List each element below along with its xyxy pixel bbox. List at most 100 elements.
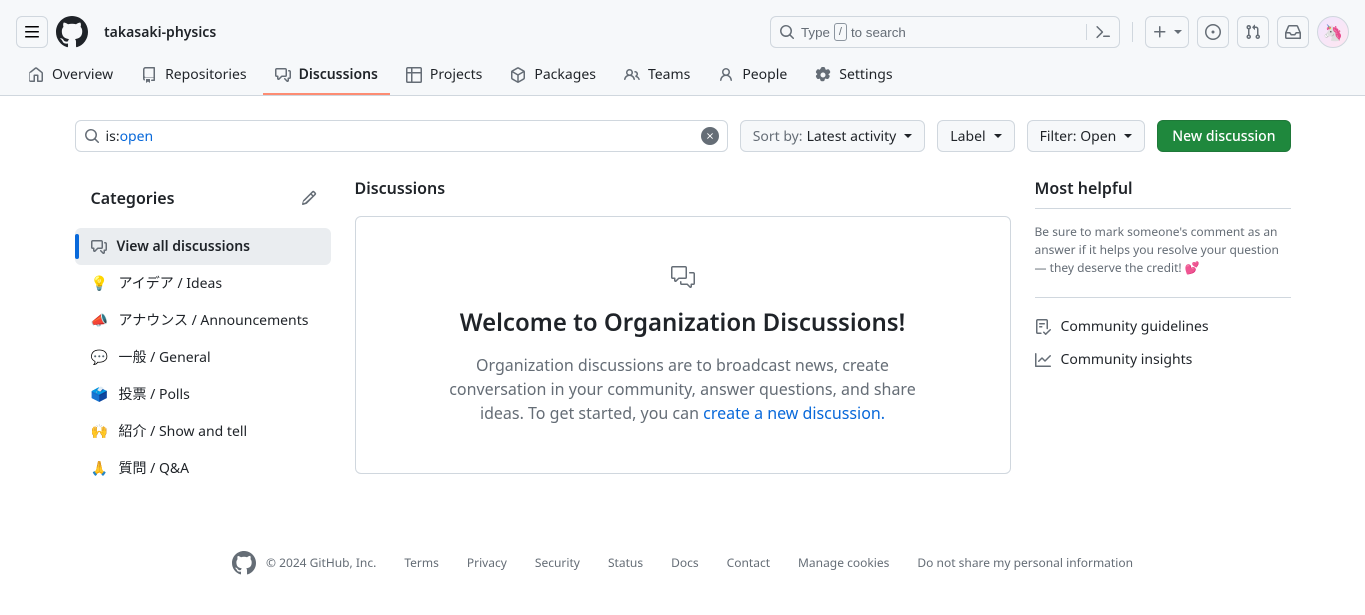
category-polls[interactable]: 🗳️ 投票 / Polls (75, 376, 331, 413)
tab-repositories[interactable]: Repositories (129, 56, 259, 95)
search-icon (779, 24, 795, 40)
category-show-and-tell[interactable]: 🙌 紹介 / Show and tell (75, 413, 331, 450)
notifications-button[interactable] (1277, 16, 1309, 48)
filter-bar: is:open Sort by: Latest activity Label F… (75, 120, 1291, 152)
global-search-button[interactable]: Type / to search (770, 16, 1120, 48)
ballot-emoji-icon: 🗳️ (91, 384, 109, 405)
checklist-icon (1035, 319, 1051, 335)
hamburger-menu-button[interactable] (16, 16, 48, 48)
categories-sidebar: Categories View all discussions 💡 アイデア /… (75, 176, 331, 487)
comment-discussion-icon (671, 265, 695, 289)
category-general[interactable]: 💬 一般 / General (75, 339, 331, 376)
create-discussion-link[interactable]: create a new discussion. (703, 402, 885, 424)
category-label: View all discussions (117, 236, 251, 257)
tab-projects[interactable]: Projects (394, 56, 494, 95)
repo-icon (141, 67, 157, 83)
footer-link-terms[interactable]: Terms (404, 554, 439, 572)
footer-link-contact[interactable]: Contact (727, 554, 770, 572)
tab-projects-label: Projects (430, 64, 482, 85)
right-sidebar: Most helpful Be sure to mark someone's c… (1035, 176, 1291, 487)
new-discussion-button[interactable]: New discussion (1157, 120, 1290, 152)
tab-people-label: People (742, 64, 787, 85)
categories-title: Categories (91, 186, 175, 210)
tab-repositories-label: Repositories (165, 64, 247, 85)
community-guidelines-label: Community guidelines (1061, 316, 1209, 337)
create-new-button[interactable] (1145, 16, 1189, 48)
tab-settings-label: Settings (839, 64, 892, 85)
graph-icon (1035, 352, 1051, 368)
raised-hands-emoji-icon: 🙌 (91, 421, 109, 442)
package-icon (510, 67, 526, 83)
community-insights-label: Community insights (1061, 349, 1193, 370)
category-list: View all discussions 💡 アイデア / Ideas 📣 アナ… (75, 228, 331, 487)
filter-dropdown[interactable]: Filter: Open (1027, 120, 1146, 152)
slash-key-hint: / (834, 23, 847, 41)
site-footer: © 2024 GitHub, Inc. Terms Privacy Securi… (0, 511, 1365, 615)
tab-packages-label: Packages (534, 64, 596, 85)
command-palette-icon (1086, 24, 1111, 40)
discussions-heading: Discussions (355, 176, 1011, 200)
category-ideas[interactable]: 💡 アイデア / Ideas (75, 265, 331, 302)
tab-people[interactable]: People (706, 56, 799, 95)
caret-down-icon (1124, 134, 1132, 138)
category-announcements[interactable]: 📣 アナウンス / Announcements (75, 302, 331, 339)
clear-search-button[interactable] (701, 127, 719, 145)
blankslate-description: Organization discussions are to broadcas… (436, 353, 930, 425)
category-view-all[interactable]: View all discussions (75, 228, 331, 265)
search-icon (84, 128, 100, 144)
sort-dropdown[interactable]: Sort by: Latest activity (740, 120, 926, 152)
app-header: takasaki-physics Type / to search 🦄 (0, 0, 1365, 56)
most-helpful-title: Most helpful (1035, 176, 1291, 209)
community-guidelines-link[interactable]: Community guidelines (1035, 310, 1291, 343)
org-name-link[interactable]: takasaki-physics (104, 22, 216, 43)
pencil-icon (301, 190, 317, 206)
speech-emoji-icon: 💬 (91, 347, 109, 368)
discussions-search-field[interactable]: is:open (75, 120, 728, 152)
caret-down-icon (904, 134, 912, 138)
pull-requests-button[interactable] (1237, 16, 1269, 48)
category-label: 質問 / Q&A (119, 458, 190, 479)
blankslate-title: Welcome to Organization Discussions! (436, 305, 930, 341)
most-helpful-text: Be sure to mark someone's comment as an … (1035, 209, 1291, 277)
tab-overview[interactable]: Overview (16, 56, 125, 95)
inbox-icon (1285, 24, 1301, 40)
blankslate: Welcome to Organization Discussions! Org… (355, 216, 1011, 474)
search-value-display: is:open (106, 126, 695, 147)
github-logo-link[interactable] (56, 16, 88, 48)
gear-icon (815, 67, 831, 83)
megaphone-emoji-icon: 📣 (91, 310, 109, 331)
tab-teams-label: Teams (648, 64, 690, 85)
category-label: 一般 / General (119, 347, 211, 368)
tab-packages[interactable]: Packages (498, 56, 608, 95)
issues-button[interactable] (1197, 16, 1229, 48)
footer-link-privacy[interactable]: Privacy (467, 554, 507, 572)
user-avatar[interactable]: 🦄 (1317, 16, 1349, 48)
git-pull-request-icon (1245, 24, 1261, 40)
footer-link-manage-cookies[interactable]: Manage cookies (798, 554, 889, 572)
person-icon (718, 67, 734, 83)
hamburger-icon (24, 24, 40, 40)
footer-link-security[interactable]: Security (535, 554, 580, 572)
footer-link-do-not-share[interactable]: Do not share my personal information (917, 554, 1133, 572)
org-nav-tabs: Overview Repositories Discussions Projec… (0, 56, 1365, 96)
footer-link-status[interactable]: Status (608, 554, 643, 572)
lightbulb-emoji-icon: 💡 (91, 273, 109, 294)
tab-teams[interactable]: Teams (612, 56, 702, 95)
tab-discussions[interactable]: Discussions (263, 56, 390, 95)
caret-down-icon (1174, 30, 1182, 34)
issue-opened-icon (1205, 24, 1221, 40)
comment-discussion-icon (91, 239, 107, 255)
search-placeholder: Type / to search (801, 23, 1080, 41)
edit-categories-button[interactable] (295, 184, 323, 212)
category-qa[interactable]: 🙏 質問 / Q&A (75, 450, 331, 487)
footer-link-docs[interactable]: Docs (671, 554, 699, 572)
community-insights-link[interactable]: Community insights (1035, 343, 1291, 376)
comment-discussion-icon (275, 67, 291, 83)
pray-emoji-icon: 🙏 (91, 458, 109, 479)
tab-settings[interactable]: Settings (803, 56, 904, 95)
caret-down-icon (994, 134, 1002, 138)
category-label: アナウンス / Announcements (119, 310, 309, 331)
label-dropdown[interactable]: Label (937, 120, 1014, 152)
github-logo-icon (232, 551, 256, 575)
home-icon (28, 67, 44, 83)
